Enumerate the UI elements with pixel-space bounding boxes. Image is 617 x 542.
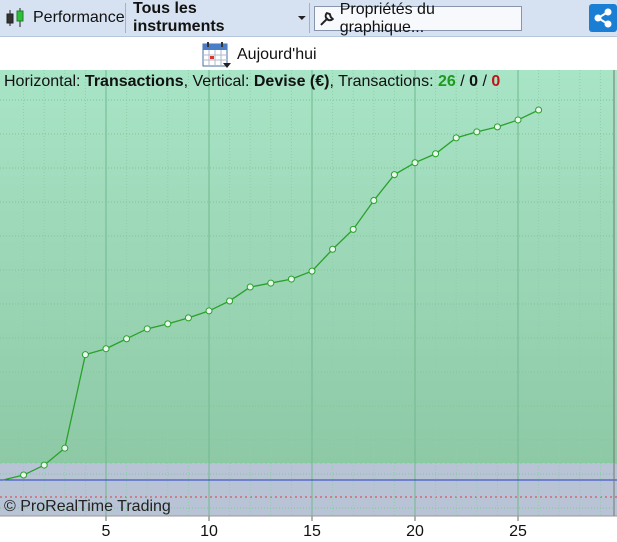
instruments-dropdown[interactable]: Tous les instruments bbox=[128, 0, 310, 35]
data-point bbox=[390, 171, 398, 179]
data-point bbox=[123, 335, 131, 343]
data-point bbox=[514, 116, 522, 124]
data-point bbox=[452, 134, 460, 142]
chart-header: Horizontal: Transactions, Vertical: Devi… bbox=[4, 73, 500, 91]
data-point bbox=[184, 314, 192, 322]
horizontal-value: Transactions bbox=[84, 73, 184, 90]
data-point bbox=[411, 159, 419, 167]
positive-area bbox=[0, 70, 617, 463]
data-point bbox=[102, 345, 110, 353]
data-point bbox=[226, 297, 234, 305]
toolbar: Performance Tous les instruments Proprié… bbox=[0, 0, 617, 37]
data-point bbox=[329, 245, 337, 253]
separator-1: / bbox=[455, 73, 470, 90]
today-button[interactable]: Aujourd'hui bbox=[202, 40, 317, 70]
transactions-count-green: 26 bbox=[437, 73, 456, 90]
data-point bbox=[164, 320, 172, 328]
data-point bbox=[349, 225, 357, 233]
data-point bbox=[493, 123, 501, 131]
copyright: © ProRealTime Trading bbox=[4, 498, 171, 515]
transactions-label: , Transactions: bbox=[329, 73, 438, 90]
chevron-down-icon bbox=[298, 16, 307, 20]
instruments-label: Tous les instruments bbox=[133, 0, 225, 35]
chart-properties-button[interactable]: Propriétés du graphique... bbox=[314, 1, 522, 36]
data-point bbox=[20, 471, 28, 479]
data-point bbox=[432, 150, 440, 158]
data-point bbox=[81, 351, 89, 359]
share-icon bbox=[594, 8, 612, 28]
chart-properties-label: Propriétés du graphique... bbox=[339, 0, 435, 36]
vertical-value: Devise (€) bbox=[253, 73, 330, 90]
vertical-label: , Vertical: bbox=[183, 73, 254, 90]
transactions-count-red: 0 bbox=[491, 73, 501, 90]
data-point bbox=[287, 275, 295, 283]
performance-button[interactable]: Performance bbox=[2, 3, 126, 33]
data-point bbox=[61, 444, 69, 452]
horizontal-label: Horizontal: bbox=[4, 73, 85, 90]
separator-2: / bbox=[478, 73, 492, 90]
x-tick-label: 5 bbox=[102, 523, 111, 540]
performance-label: Performance bbox=[33, 9, 125, 26]
share-button[interactable] bbox=[589, 4, 617, 32]
x-tick-label: 25 bbox=[509, 523, 527, 540]
data-point bbox=[267, 279, 275, 287]
data-point bbox=[473, 128, 481, 136]
data-point bbox=[205, 307, 213, 315]
data-point bbox=[246, 283, 254, 291]
x-tick-label: 15 bbox=[303, 523, 321, 540]
chart-area: 5 10 15 20 25 Horizontal: Transactions, Vert… bbox=[0, 70, 617, 542]
x-tick-label: 10 bbox=[200, 523, 218, 540]
data-point bbox=[40, 461, 48, 469]
data-point bbox=[535, 106, 543, 114]
chart-svg: 5 10 15 20 25 bbox=[0, 70, 617, 542]
data-point bbox=[370, 197, 378, 205]
today-label: Aujourd'hui bbox=[237, 46, 317, 63]
calendar-icon bbox=[202, 42, 231, 68]
data-point bbox=[308, 267, 316, 275]
x-tick-label: 20 bbox=[406, 523, 424, 540]
wrench-icon bbox=[320, 11, 335, 26]
data-point bbox=[143, 325, 151, 333]
candlestick-icon bbox=[6, 8, 24, 27]
transactions-count-black: 0 bbox=[469, 73, 479, 90]
